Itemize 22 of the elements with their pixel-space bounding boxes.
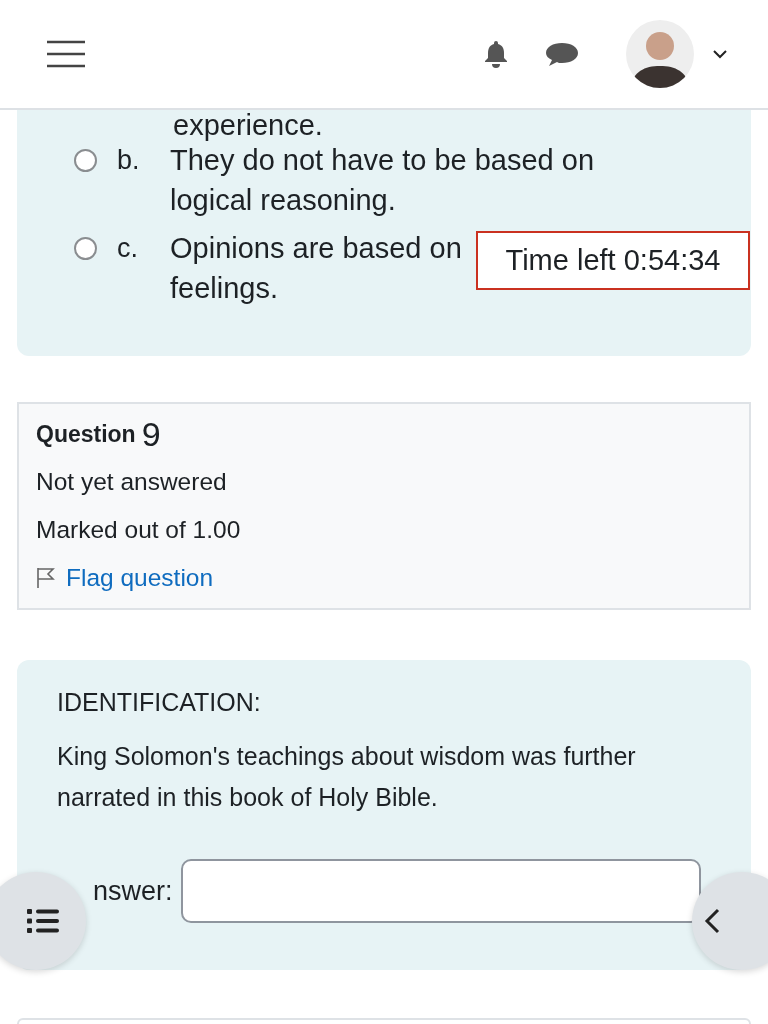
question-heading: IDENTIFICATION:	[57, 687, 262, 718]
caret-icon[interactable]	[712, 49, 728, 59]
option-text: Opinions are based on feelings.	[170, 231, 462, 306]
question-status: Not yet answered	[36, 468, 227, 496]
question-marks: Marked out of 1.00	[36, 516, 241, 544]
chevron-left-icon	[704, 908, 720, 934]
menu-icon[interactable]	[46, 40, 86, 68]
answer-text: experience.	[172, 110, 323, 140]
question-number: 9	[141, 414, 161, 454]
timer: Time left 0:54:34	[476, 231, 750, 290]
answer-label: nswer:	[93, 874, 173, 908]
question-label: Question	[36, 420, 136, 448]
option-text: They do not have to be based on logical reasoning.	[170, 143, 595, 218]
list-icon	[27, 909, 59, 933]
radio-button[interactable]	[74, 237, 97, 260]
option-letter: c.	[116, 232, 139, 265]
flag-question-link[interactable]: Flag question	[66, 564, 214, 592]
answer-field[interactable]	[180, 859, 701, 923]
flag-icon[interactable]	[36, 567, 56, 589]
question-text: King Solomon's teachings about wisdom was further narrated in this book of Holy Bible.	[57, 741, 637, 813]
radio-button[interactable]	[74, 149, 97, 172]
option-letter: b.	[116, 144, 141, 177]
